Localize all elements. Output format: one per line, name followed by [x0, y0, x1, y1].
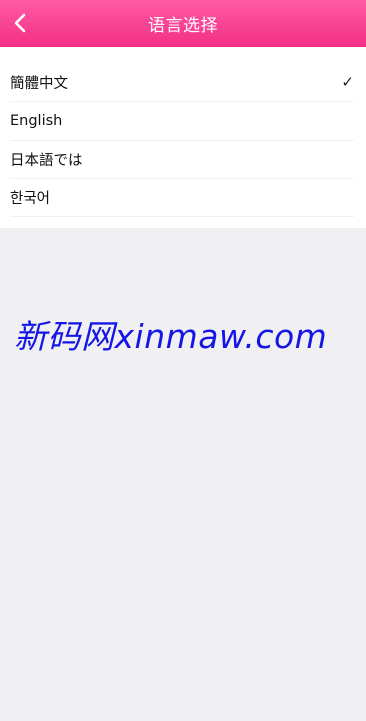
chevron-left-icon — [14, 13, 26, 33]
check-icon: ✓ — [341, 73, 354, 91]
language-list: 簡體中文 ✓ English 日本語では 한국어 — [0, 47, 366, 228]
back-button[interactable] — [6, 8, 34, 38]
language-option-simplified-chinese[interactable]: 簡體中文 ✓ — [10, 63, 354, 102]
app-header: 语言选择 — [0, 0, 366, 47]
page-title: 语言选择 — [148, 16, 218, 36]
language-option-english[interactable]: English — [10, 102, 354, 141]
language-label: 한국어 — [10, 190, 51, 207]
language-label: 日本語では — [10, 152, 83, 169]
language-label: English — [10, 113, 63, 129]
language-option-korean[interactable]: 한국어 — [10, 178, 354, 217]
watermark-text: 新码网xinmaw.com — [14, 317, 328, 356]
language-option-japanese[interactable]: 日本語では — [10, 140, 354, 179]
language-label: 簡體中文 — [10, 75, 68, 92]
